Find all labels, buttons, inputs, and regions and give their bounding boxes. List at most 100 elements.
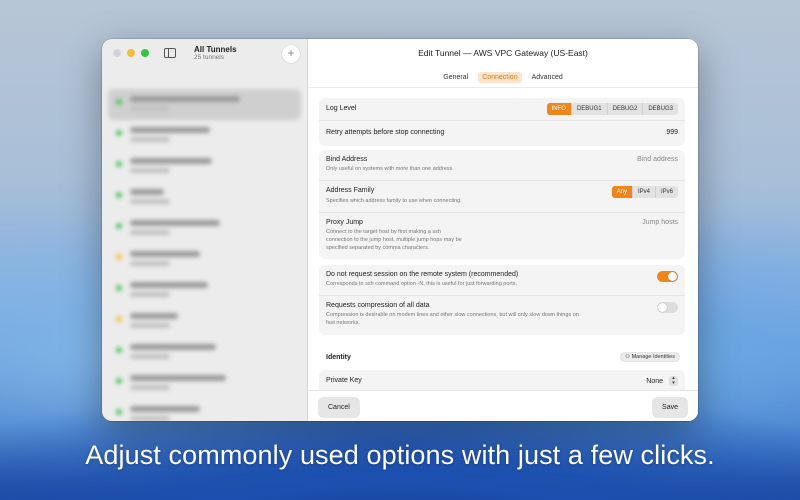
identity-group: Private Key None ▴ ▾	[319, 370, 685, 390]
identity-section-title: Identity	[326, 354, 351, 361]
tunnel-name-placeholder	[130, 375, 226, 381]
tunnel-detail-placeholder	[130, 106, 170, 111]
sidebar-title: All Tunnels	[194, 45, 237, 54]
address-family-ipv6[interactable]: IPv6	[656, 186, 678, 198]
settings-scroll-area[interactable]: Log Level INFO DEBUG1 DEBUG2 DEBUG3 Retr…	[308, 87, 698, 390]
tunnel-name-placeholder	[130, 313, 178, 319]
no-session-desc: Corresponds to ssh command option -N, th…	[326, 281, 518, 287]
address-family-label: Address Family	[326, 187, 375, 194]
tunnel-name-placeholder	[130, 344, 216, 350]
tunnel-detail-placeholder	[130, 292, 170, 297]
sidebar-toggle-icon[interactable]	[164, 48, 176, 58]
tunnel-name-placeholder	[130, 127, 210, 133]
tab-bar: General Connection Advanced	[308, 72, 698, 83]
minimize-button[interactable]	[127, 49, 135, 57]
tunnel-name-placeholder	[130, 189, 164, 195]
compression-row: Requests compression of all data Compres…	[319, 296, 685, 335]
tab-advanced[interactable]: Advanced	[528, 72, 567, 83]
tunnel-list-item[interactable]	[108, 275, 301, 306]
address-family-ipv4[interactable]: IPv4	[633, 186, 656, 198]
log-level-debug3[interactable]: DEBUG3	[643, 103, 678, 115]
add-tunnel-button[interactable]: +	[282, 45, 300, 63]
tunnel-list-item[interactable]	[108, 244, 301, 275]
cancel-button[interactable]: Cancel	[319, 398, 359, 417]
tunnel-list-item[interactable]	[108, 337, 301, 368]
tunnel-name-placeholder	[130, 406, 200, 412]
tunnel-list-item[interactable]	[108, 306, 301, 337]
session-settings-group: Do not request session on the remote sys…	[319, 265, 685, 335]
compression-toggle[interactable]	[657, 302, 678, 313]
tunnel-list-item[interactable]	[108, 213, 301, 244]
address-family-any[interactable]: Any	[611, 186, 633, 198]
retry-label: Retry attempts before stop connecting	[326, 129, 445, 136]
tunnel-list-item[interactable]	[108, 399, 301, 421]
tunnel-list-item[interactable]	[108, 368, 301, 399]
no-session-label: Do not request session on the remote sys…	[326, 271, 519, 278]
bind-address-input[interactable]: Bind address	[637, 156, 678, 163]
save-button[interactable]: Save	[653, 398, 687, 417]
address-settings-group: Bind Address Only useful on systems with…	[319, 150, 685, 259]
retry-row: Retry attempts before stop connecting 99…	[319, 121, 685, 146]
status-dot-icon	[116, 347, 122, 353]
tunnel-name-placeholder	[130, 251, 200, 257]
log-level-debug2[interactable]: DEBUG2	[608, 103, 644, 115]
address-family-segmented[interactable]: Any IPv4 IPv6	[611, 186, 678, 198]
log-level-debug1[interactable]: DEBUG1	[572, 103, 608, 115]
status-dot-icon	[116, 99, 122, 105]
log-level-segmented[interactable]: INFO DEBUG1 DEBUG2 DEBUG3	[546, 103, 678, 115]
tunnel-list-item[interactable]	[108, 120, 301, 151]
bind-address-desc: Only useful on systems with more than on…	[326, 166, 454, 172]
app-window: All Tunnels 25 tunnels + Edit Tunnel — A…	[102, 39, 698, 421]
status-dot-icon	[116, 130, 122, 136]
proxy-jump-desc-line3: specified separated by comma characters.	[326, 245, 430, 251]
status-dot-icon	[116, 316, 122, 322]
private-key-select[interactable]: None ▴ ▾	[646, 376, 678, 386]
compression-desc-line1: Compression is desirable on modem lines …	[326, 312, 579, 318]
proxy-jump-input[interactable]: Jump hosts	[642, 219, 678, 226]
tunnel-list-item[interactable]	[108, 182, 301, 213]
proxy-jump-label: Proxy Jump	[326, 219, 363, 226]
compression-desc-line2: fast networks.	[326, 320, 360, 326]
tunnel-detail-placeholder	[130, 168, 170, 173]
editor-footer: Cancel Save	[308, 390, 698, 421]
window-controls	[113, 49, 149, 57]
status-dot-icon	[116, 192, 122, 198]
manage-identities-button[interactable]: ⚇ Manage Identities	[621, 353, 679, 361]
retry-field[interactable]: 999	[666, 129, 678, 136]
address-family-row: Address Family Specifies which address f…	[319, 181, 685, 213]
sidebar: All Tunnels 25 tunnels +	[102, 39, 308, 421]
tunnel-detail-placeholder	[130, 385, 170, 390]
status-dot-icon	[116, 378, 122, 384]
proxy-jump-desc-line1: Connect to the target host by first maki…	[326, 229, 441, 235]
compression-label: Requests compression of all data	[326, 302, 430, 309]
private-key-label: Private Key	[326, 377, 362, 384]
tab-connection[interactable]: Connection	[478, 72, 522, 83]
zoom-button[interactable]	[141, 49, 149, 57]
editor-title: Edit Tunnel — AWS VPC Gateway (US-East)	[418, 48, 588, 58]
tunnel-count: 25 tunnels	[194, 54, 224, 61]
list-header	[114, 75, 307, 89]
close-button[interactable]	[113, 49, 121, 57]
tunnel-name-placeholder	[130, 220, 220, 226]
status-dot-icon	[116, 285, 122, 291]
tab-general[interactable]: General	[439, 72, 472, 83]
no-session-row: Do not request session on the remote sys…	[319, 265, 685, 296]
no-session-toggle[interactable]	[657, 271, 678, 282]
tunnel-detail-placeholder	[130, 261, 170, 266]
tunnel-list-item[interactable]	[108, 151, 301, 182]
proxy-jump-row: Proxy Jump Connect to the target host by…	[319, 213, 685, 259]
address-family-desc: Specifies which address family to use wh…	[326, 198, 462, 204]
private-key-row: Private Key None ▴ ▾	[319, 370, 685, 390]
log-level-row: Log Level INFO DEBUG1 DEBUG2 DEBUG3	[319, 98, 685, 121]
tunnel-detail-placeholder	[130, 230, 170, 235]
tunnel-detail-placeholder	[130, 199, 170, 204]
log-level-info[interactable]: INFO	[546, 103, 572, 115]
tunnel-name-placeholder	[130, 282, 208, 288]
tunnel-detail-placeholder	[130, 137, 170, 142]
marketing-caption: Adjust commonly used options with just a…	[85, 440, 715, 470]
tunnel-list-item[interactable]	[108, 89, 301, 120]
status-dot-icon	[116, 409, 122, 415]
tunnel-name-placeholder	[130, 96, 240, 102]
tunnel-name-placeholder	[130, 158, 212, 164]
status-dot-icon	[116, 223, 122, 229]
